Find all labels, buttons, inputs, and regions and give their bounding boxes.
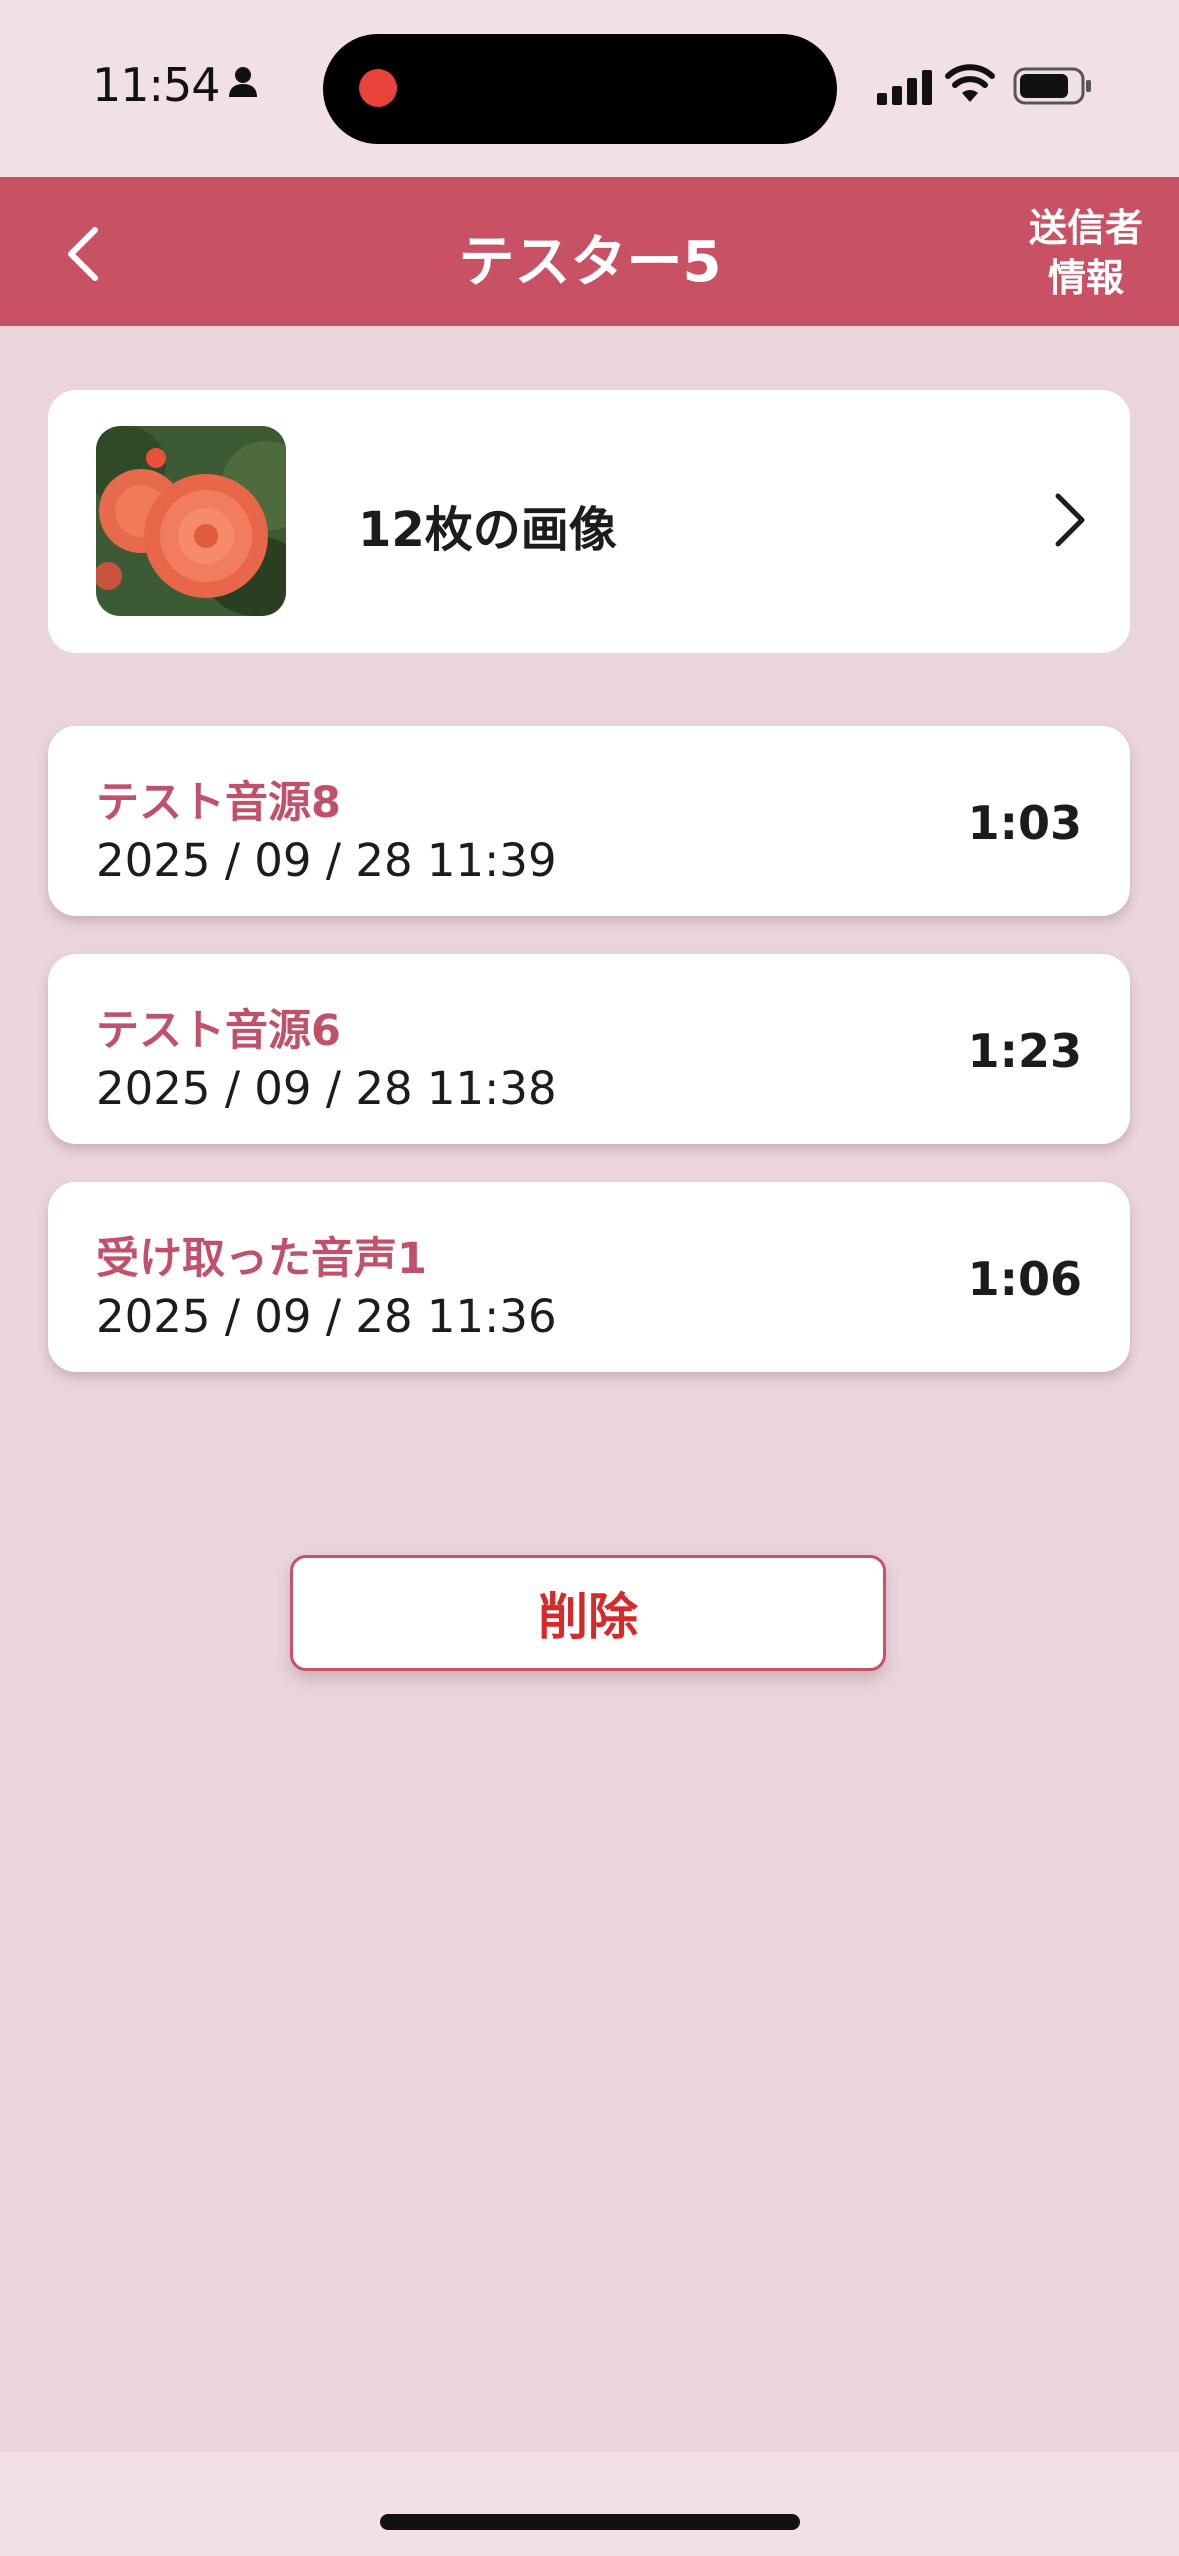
audio-date: 2025 / 09 / 28 11:39 (96, 834, 557, 887)
images-count-label: 12枚の画像 (358, 502, 617, 558)
images-card[interactable]: 12枚の画像 (48, 390, 1130, 653)
dynamic-island (323, 34, 837, 144)
audio-title: 受け取った音声1 (96, 1234, 427, 1284)
back-button[interactable] (48, 219, 118, 289)
home-indicator[interactable] (380, 2514, 800, 2530)
nav-bar: テスター5 送信者 情報 (0, 177, 1179, 326)
audio-title: テスト音源6 (96, 1006, 341, 1056)
flower-photo-thumbnail (96, 426, 286, 616)
audio-title: テスト音源8 (96, 778, 341, 828)
person-icon (229, 67, 257, 97)
audio-duration: 1:06 (967, 1252, 1082, 1306)
audio-date: 2025 / 09 / 28 11:38 (96, 1062, 557, 1115)
audio-date: 2025 / 09 / 28 11:36 (96, 1290, 557, 1343)
sender-info-button[interactable]: 送信者 情報 (1021, 203, 1151, 303)
audio-duration: 1:03 (967, 796, 1082, 850)
sender-info-label-line2: 情報 (1047, 256, 1124, 300)
bottom-safe-area (0, 2452, 1179, 2556)
recording-dot-icon (359, 69, 397, 107)
chevron-right-icon (1055, 493, 1085, 547)
audio-list-item[interactable]: 受け取った音声1 2025 / 09 / 28 11:36 1:06 (48, 1182, 1130, 1372)
signal-bars-icon (877, 70, 932, 105)
battery-icon (1013, 67, 1091, 105)
audio-duration: 1:23 (967, 1024, 1082, 1078)
audio-list-item[interactable]: テスト音源6 2025 / 09 / 28 11:38 1:23 (48, 954, 1130, 1144)
sender-info-label-line1: 送信者 (1028, 206, 1143, 250)
chevron-left-icon (68, 227, 98, 281)
delete-button[interactable]: 削除 (290, 1555, 886, 1671)
wifi-icon (945, 64, 995, 102)
status-time: 11:54 (92, 58, 221, 112)
page-title: テスター5 (458, 230, 722, 295)
status-bar: 11:54 (0, 0, 1179, 177)
audio-list-item[interactable]: テスト音源8 2025 / 09 / 28 11:39 1:03 (48, 726, 1130, 916)
